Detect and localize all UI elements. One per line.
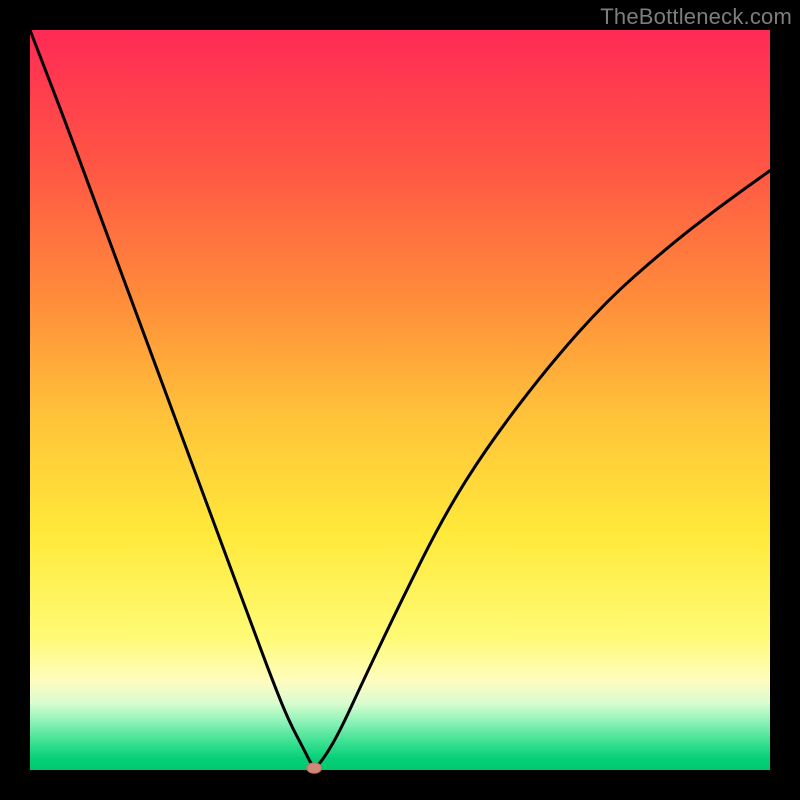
watermark-text: TheBottleneck.com — [600, 4, 792, 30]
minimum-marker — [307, 763, 322, 773]
bottleneck-curve — [30, 30, 770, 766]
plot-area — [30, 30, 770, 770]
chart-frame: TheBottleneck.com — [0, 0, 800, 800]
curve-svg — [30, 30, 770, 770]
